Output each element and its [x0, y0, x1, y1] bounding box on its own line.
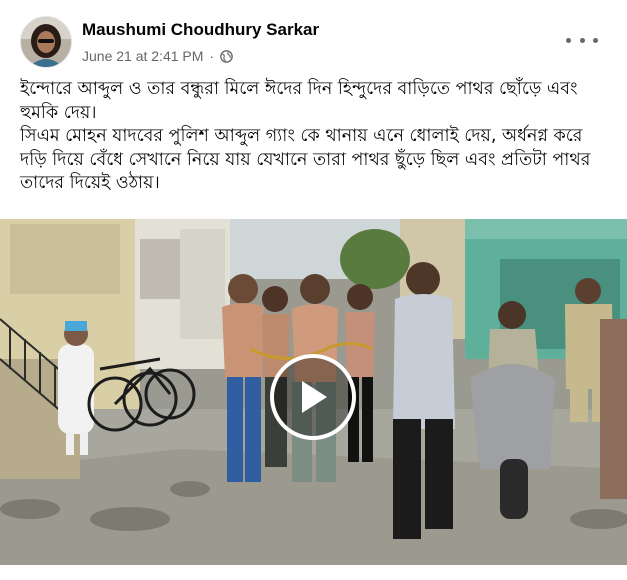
post-meta: June 21 at 2:41 PM · [82, 48, 233, 64]
author-name[interactable]: Maushumi Choudhury Sarkar [82, 20, 319, 40]
post-timestamp[interactable]: June 21 at 2:41 PM [82, 48, 203, 64]
video-thumbnail[interactable] [0, 219, 627, 565]
play-icon[interactable] [270, 354, 356, 440]
avatar-image [21, 17, 71, 67]
meta-separator: · [209, 48, 215, 64]
post-card: Maushumi Choudhury Sarkar June 21 at 2:4… [0, 0, 627, 580]
post-header: Maushumi Choudhury Sarkar June 21 at 2:4… [20, 14, 610, 70]
post-footer-gap [0, 565, 627, 580]
globe-icon[interactable] [220, 49, 233, 63]
post-text-paragraph-2: সিএম মোহন যাদবের পুলিশ আব্দুল গ্যাং কে থ… [20, 126, 591, 193]
more-options-icon[interactable] [566, 30, 598, 50]
post-text: ইন্দোরে আব্দুল ও তার বন্ধুরা মিলে ঈদের দ… [20, 78, 610, 196]
avatar[interactable] [20, 16, 72, 68]
post-text-paragraph-1: ইন্দোরে আব্দুল ও তার বন্ধুরা মিলে ঈদের দ… [20, 79, 578, 123]
